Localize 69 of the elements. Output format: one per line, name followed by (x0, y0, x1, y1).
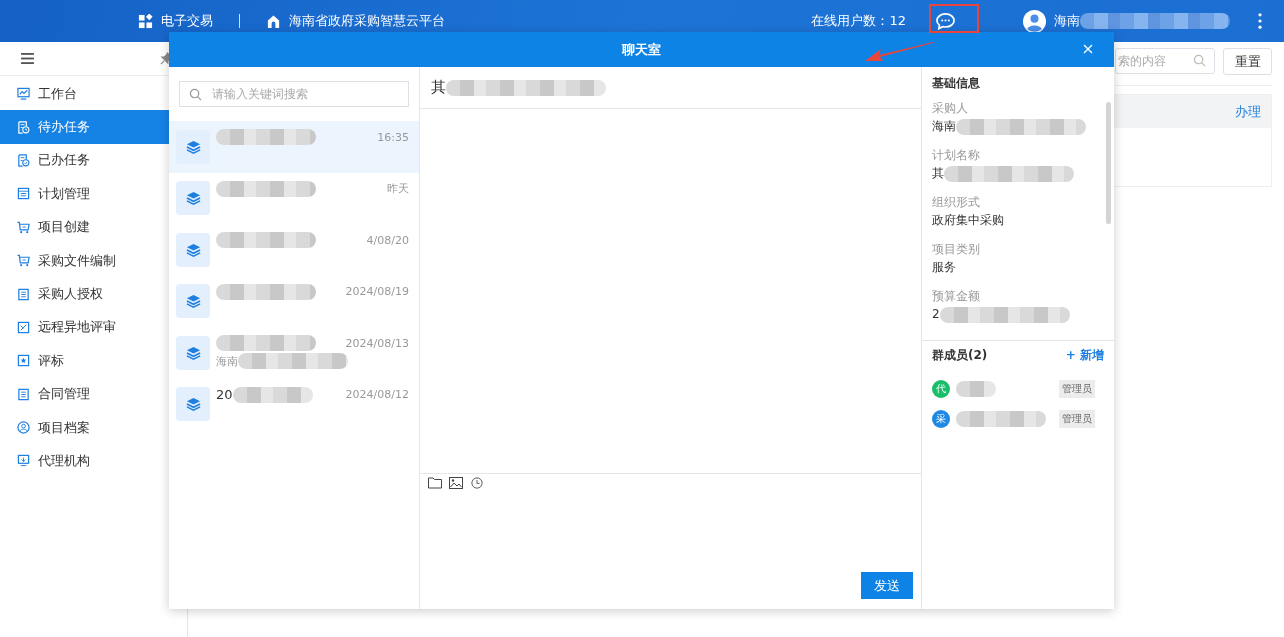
more-icon[interactable] (1258, 13, 1262, 29)
conversation-title: 其 (431, 78, 446, 97)
layers-icon (184, 396, 202, 413)
layers-icon (184, 190, 202, 207)
search-field[interactable]: 请输入关键词搜索 (179, 81, 409, 107)
send-button[interactable]: 发送 (861, 572, 913, 599)
document-clock-icon (17, 120, 30, 134)
platform-title[interactable]: 海南省政府采购智慧云平台 (289, 12, 445, 30)
field-value: 海南 (932, 118, 956, 135)
conversation-time: 2024/08/19 (345, 285, 409, 298)
field-value: 其 (932, 165, 944, 182)
search-icon (1193, 54, 1206, 67)
member-avatar: 采 (932, 410, 950, 428)
layers-icon (184, 138, 202, 155)
field-value: 2 (932, 306, 940, 323)
annotation-arrow (865, 40, 935, 62)
field-value: 服务 (932, 259, 956, 276)
user-circle-icon (17, 421, 30, 435)
last-message: 海南 (216, 353, 238, 369)
online-users-count: 在线用户数：12 (811, 12, 906, 30)
conversation-time: 2024/08/13 (345, 336, 409, 350)
field-label: 组织形式 (932, 194, 981, 211)
cart-icon (17, 220, 30, 234)
field-label: 项目类别 (932, 241, 981, 258)
handle-link[interactable]: 办理 (1235, 102, 1261, 121)
apps-icon (138, 13, 153, 29)
conversation-time: 16:35 (377, 130, 409, 144)
field-label: 预算金额 (932, 288, 981, 305)
app-link[interactable]: 电子交易 (161, 12, 213, 30)
conversation-time: 2024/08/12 (345, 388, 409, 401)
image-edit-icon (17, 320, 30, 334)
conversation-name: 20 (216, 387, 233, 402)
user-name[interactable]: 海南 (1054, 12, 1080, 30)
search-field[interactable]: 索的内容 (1115, 48, 1215, 74)
annotation-box (929, 4, 979, 33)
field-value: 政府集中采购 (932, 212, 1004, 229)
conversation-time: 昨天 (387, 181, 409, 196)
layers-icon (184, 344, 202, 361)
clock-icon[interactable] (470, 477, 484, 489)
image-icon[interactable] (449, 477, 463, 489)
menu-item[interactable]: 代理机构 (0, 444, 187, 478)
add-member-link[interactable]: + 新增 (1065, 347, 1104, 364)
section-heading: 群成员(2) (932, 347, 988, 364)
list-icon (17, 387, 30, 401)
role-tag: 管理员 (1059, 410, 1095, 428)
document-check-icon (17, 153, 30, 167)
section-heading: 基础信息 (932, 75, 981, 92)
scrollbar[interactable] (1106, 102, 1111, 224)
form-icon (17, 187, 30, 201)
layers-icon (184, 293, 202, 310)
field-label: 采购人 (932, 100, 969, 117)
dialog-title: 聊天室 (622, 40, 661, 59)
home-icon (266, 13, 281, 29)
close-icon[interactable] (1083, 44, 1093, 54)
list-icon (17, 287, 30, 301)
chat-icon (934, 11, 956, 31)
layers-icon (184, 241, 202, 258)
search-icon (189, 88, 202, 101)
member-avatar: 代 (932, 380, 950, 398)
role-tag: 管理员 (1059, 380, 1095, 398)
reset-button[interactable]: 重置 (1223, 48, 1272, 75)
folder-icon[interactable] (428, 477, 442, 489)
user-avatar-icon[interactable] (1023, 9, 1046, 33)
menu-icon[interactable] (21, 53, 34, 64)
field-label: 计划名称 (932, 147, 981, 164)
chart-icon (17, 87, 30, 101)
cart-icon (17, 254, 30, 268)
conversation-time: 4/08/20 (366, 233, 409, 247)
monitor-icon (17, 454, 30, 468)
